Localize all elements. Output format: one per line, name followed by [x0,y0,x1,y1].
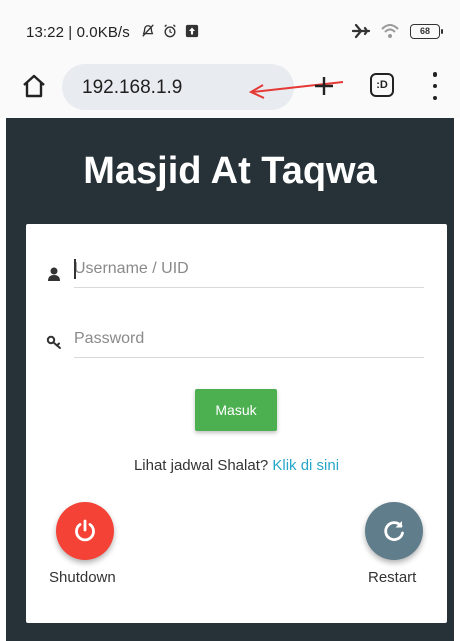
status-bar: 13:22 | 0.0KB/s 68 [0,0,460,58]
mute-icon [142,24,154,37]
airplane-icon [352,23,370,39]
username-field[interactable] [74,254,424,288]
shutdown-button[interactable] [56,502,114,560]
upload-notification-icon [185,24,199,38]
schedule-text: Lihat jadwal Shalat? [133,457,269,474]
page-title: Masjid At Taqwa [83,150,377,192]
wifi-icon [381,24,399,38]
schedule-link[interactable]: Klik di sini [272,457,339,474]
user-icon [48,267,60,281]
password-input[interactable] [74,324,424,354]
browser-toolbar: 192.168.1.9 :D [0,58,460,118]
url-text[interactable]: 192.168.1.9 [82,77,182,99]
alarm-icon [164,24,176,38]
status-time: 13:22 | 0.0KB/s [26,24,130,41]
username-input[interactable] [74,254,424,284]
battery-icon: 68 [410,23,443,39]
password-field[interactable] [74,324,424,358]
login-button[interactable]: Masuk [195,389,277,431]
shutdown-label: Shutdown [49,569,116,586]
page-content: Masjid At Taqwa Masuk Lihat jadwal Shala… [6,118,454,641]
restart-button[interactable] [365,502,423,560]
refresh-icon [384,521,404,541]
menu-icon[interactable] [430,72,440,100]
restart-label: Restart [368,569,417,586]
status-icons-right: 68 [352,22,443,40]
address-bar[interactable]: 192.168.1.9 [62,64,344,110]
power-icon [75,519,95,542]
plus-icon[interactable] [310,72,338,100]
text-cursor [74,259,76,279]
status-icons-left [141,24,199,38]
home-icon[interactable] [20,72,48,100]
login-card: Masuk Lihat jadwal Shalat? Klik di sini … [26,224,447,623]
schedule-prompt: Lihat jadwal Shalat? Klik di sini [26,457,447,474]
tabs-icon[interactable]: :D [370,73,394,97]
key-icon [46,335,61,349]
